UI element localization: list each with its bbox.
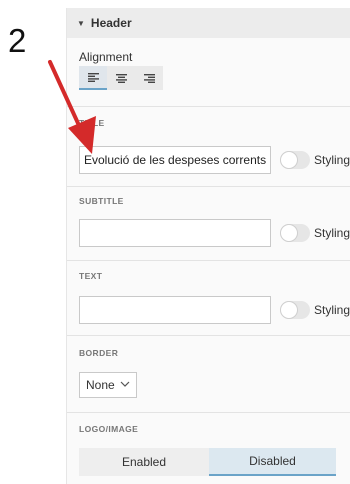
- caret-down-icon: ▼: [77, 18, 85, 28]
- header-section-toggle[interactable]: ▼ Header: [67, 8, 350, 38]
- title-section-label: TITLE: [79, 118, 105, 128]
- subtitle-section-label: SUBTITLE: [79, 196, 124, 206]
- divider: [67, 335, 350, 336]
- border-section-label: BORDER: [79, 348, 119, 358]
- subtitle-styling-label: Styling: [314, 226, 350, 240]
- logo-image-section-label: LOGO/IMAGE: [79, 424, 139, 434]
- logo-enabled-button[interactable]: Enabled: [79, 448, 209, 476]
- title-input[interactable]: Evolució de les despeses corrents per: [79, 146, 271, 174]
- subtitle-input[interactable]: [79, 219, 271, 247]
- align-center-icon: [115, 73, 127, 83]
- header-title: Header: [90, 16, 132, 30]
- text-styling-label: Styling: [314, 303, 350, 317]
- title-styling-toggle[interactable]: [280, 151, 310, 169]
- align-center-button[interactable]: [107, 66, 135, 90]
- border-select[interactable]: None: [79, 372, 137, 398]
- alignment-label: Alignment: [79, 50, 133, 64]
- alignment-button-group: [79, 66, 163, 90]
- title-styling-label: Styling: [314, 153, 350, 167]
- settings-panel: ▼ Header Alignment TITLE Evolució de les…: [66, 8, 350, 484]
- logo-disabled-button[interactable]: Disabled: [209, 448, 336, 476]
- divider: [67, 412, 350, 413]
- text-input[interactable]: [79, 296, 271, 324]
- divider: [67, 106, 350, 107]
- text-styling-toggle[interactable]: [280, 301, 310, 319]
- align-left-icon: [87, 72, 99, 82]
- align-right-icon: [143, 73, 155, 83]
- chevron-down-icon: [120, 381, 130, 387]
- toggle-knob: [280, 301, 298, 319]
- toggle-knob: [280, 151, 298, 169]
- text-section-label: TEXT: [79, 271, 103, 281]
- divider: [67, 260, 350, 261]
- divider: [67, 186, 350, 187]
- align-right-button[interactable]: [135, 66, 163, 90]
- align-left-button[interactable]: [79, 66, 107, 90]
- step-number: 2: [8, 22, 27, 59]
- toggle-knob: [280, 224, 298, 242]
- border-select-value: None: [86, 378, 115, 392]
- subtitle-styling-toggle[interactable]: [280, 224, 310, 242]
